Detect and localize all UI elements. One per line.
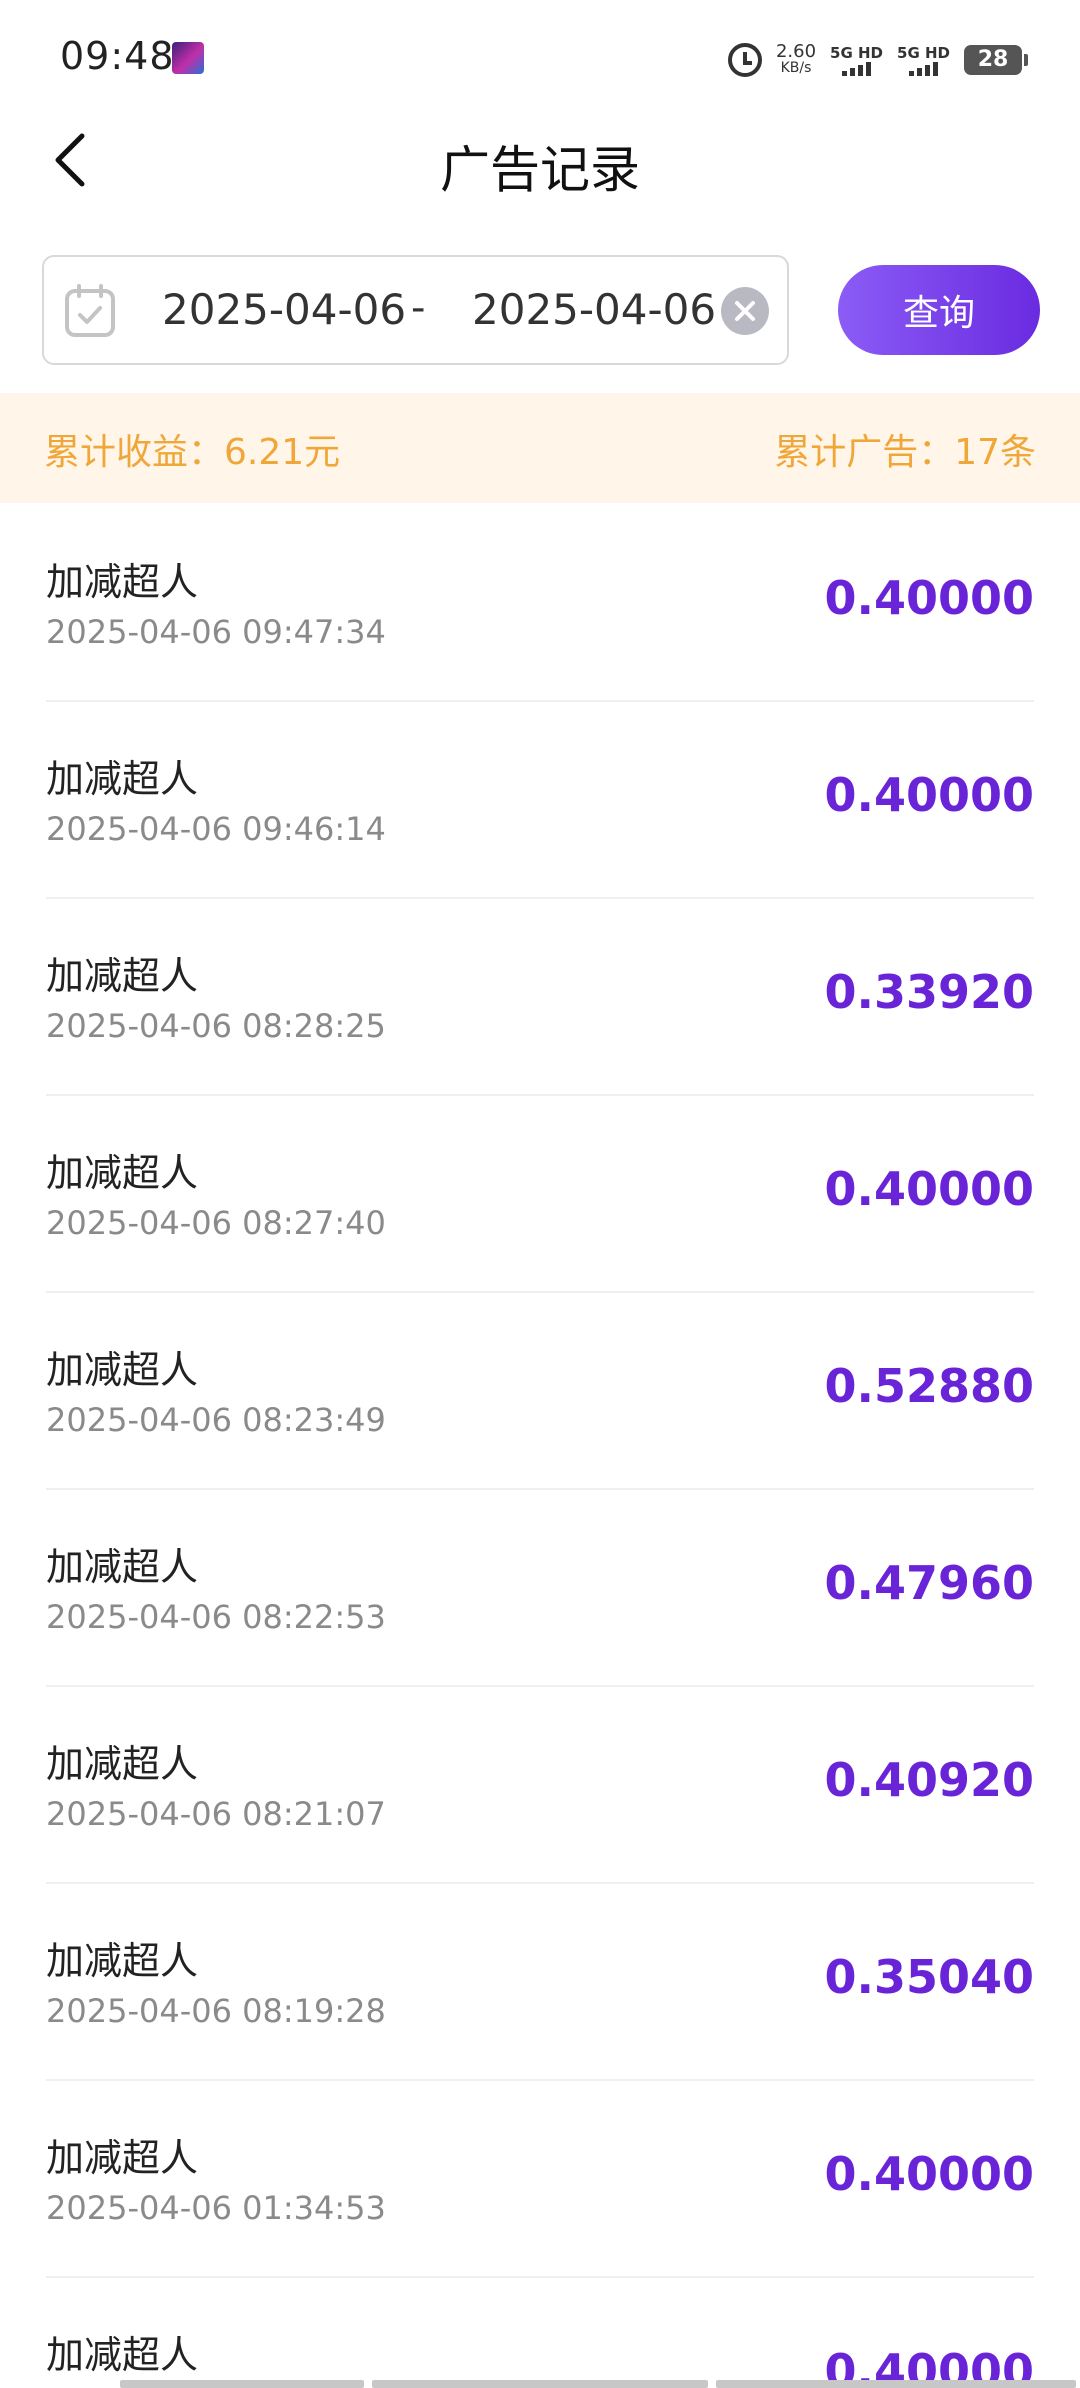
record-amount: 0.33920	[824, 965, 1034, 1019]
record-amount: 0.47960	[824, 1556, 1034, 1610]
record-name: 加减超人	[46, 2333, 199, 2377]
search-row: 2025-04-06 - 2025-04-06 查询	[42, 255, 1042, 367]
alarm-icon	[727, 43, 762, 77]
record-amount: 0.40000	[824, 768, 1034, 822]
scroll-indicator-segment	[716, 2380, 1076, 2388]
list-item[interactable]: 加减超人 2025-04-06 08:28:25 0.33920	[0, 899, 1080, 1096]
list-item[interactable]: 加减超人 2025-04-06 08:19:28 0.35040	[0, 1884, 1080, 2081]
list-item[interactable]: 加减超人 2025-04-06 08:22:53 0.47960	[0, 1490, 1080, 1687]
network-speed: 2.60 KB/s	[775, 41, 817, 77]
total-income: 累计收益：6.21元	[44, 432, 341, 473]
status-bar: 09:48 2.60 KB/s 5G HD 5G HD 28	[0, 0, 1080, 120]
scroll-indicator-segment	[120, 2380, 364, 2388]
record-name: 加减超人	[46, 2136, 199, 2180]
battery-icon: 28	[964, 45, 1028, 75]
record-time: 2025-04-06 08:19:28	[46, 1992, 386, 2030]
record-time: 2025-04-06 09:47:34	[46, 613, 386, 651]
date-range-field[interactable]: 2025-04-06 - 2025-04-06	[42, 255, 789, 365]
list-item[interactable]: 加减超人 2025-04-06 09:46:14 0.40000	[0, 702, 1080, 899]
record-amount: 0.40920	[824, 1753, 1034, 1807]
close-icon	[735, 301, 755, 321]
list-item[interactable]: 加减超人 2025-04-06 08:21:07 0.40920	[0, 1687, 1080, 1884]
notification-app-icon	[172, 42, 204, 74]
record-time: 2025-04-06 08:22:53	[46, 1598, 386, 1636]
list-item[interactable]: 加减超人 2025-04-06 08:27:40 0.40000	[0, 1096, 1080, 1293]
network-speed-value: 2.60	[775, 41, 817, 62]
record-time: 2025-04-06 08:21:07	[46, 1795, 386, 1833]
list-item[interactable]: 加减超人 2025-04-06 01:34:53 0.40000	[0, 2081, 1080, 2278]
ad-records-screen: 09:48 2.60 KB/s 5G HD 5G HD 28 广告记录 2025…	[0, 0, 1080, 2388]
record-name: 加减超人	[46, 1545, 199, 1589]
record-time: 2025-04-06 08:27:40	[46, 1204, 386, 1242]
record-amount: 0.40000	[824, 2147, 1034, 2201]
record-list[interactable]: 加减超人 2025-04-06 09:47:34 0.40000 加减超人 20…	[0, 505, 1080, 2388]
end-date[interactable]: 2025-04-06	[472, 285, 716, 334]
list-item[interactable]: 加减超人 0.40000	[0, 2278, 1080, 2388]
sim2-signal: 5G HD	[897, 44, 950, 76]
record-amount: 0.40000	[824, 571, 1034, 625]
record-name: 加减超人	[46, 757, 199, 801]
date-separator: -	[411, 285, 426, 331]
sim2-label: 5G HD	[897, 44, 950, 62]
total-ad-count: 累计广告：17条	[774, 432, 1036, 473]
record-time: 2025-04-06 08:28:25	[46, 1007, 386, 1045]
status-indicators: 2.60 KB/s 5G HD 5G HD 28	[727, 36, 1028, 84]
scroll-indicator	[120, 2380, 1080, 2388]
scroll-indicator-segment	[372, 2380, 708, 2388]
list-item[interactable]: 加减超人 2025-04-06 08:23:49 0.52880	[0, 1293, 1080, 1490]
record-amount: 0.35040	[824, 1950, 1034, 2004]
record-time: 2025-04-06 01:34:53	[46, 2189, 386, 2227]
signal-bars-icon	[842, 62, 872, 76]
start-date[interactable]: 2025-04-06	[162, 285, 406, 334]
record-amount: 0.52880	[824, 1359, 1034, 1413]
sim1-label: 5G HD	[830, 44, 884, 62]
calendar-icon	[65, 284, 115, 337]
record-name: 加减超人	[46, 1348, 199, 1392]
clear-icon[interactable]	[721, 287, 769, 335]
page-title: 广告记录	[440, 141, 640, 199]
record-amount: 0.40000	[824, 1162, 1034, 1216]
record-name: 加减超人	[46, 1939, 199, 1983]
query-button[interactable]: 查询	[838, 265, 1040, 355]
record-name: 加减超人	[46, 1742, 199, 1786]
record-time: 2025-04-06 08:23:49	[46, 1401, 386, 1439]
nav-bar: 广告记录	[0, 120, 1080, 200]
sim1-signal: 5G HD	[830, 44, 883, 76]
record-name: 加减超人	[46, 954, 199, 998]
record-name: 加减超人	[46, 1151, 199, 1195]
list-item[interactable]: 加减超人 2025-04-06 09:47:34 0.40000	[0, 505, 1080, 702]
network-speed-unit: KB/s	[780, 60, 812, 76]
signal-bars-icon	[909, 62, 938, 76]
record-time: 2025-04-06 09:46:14	[46, 810, 386, 848]
summary-band: 累计收益：6.21元 累计广告：17条	[0, 393, 1080, 503]
status-time: 09:48	[60, 34, 175, 78]
record-name: 加减超人	[46, 560, 199, 604]
